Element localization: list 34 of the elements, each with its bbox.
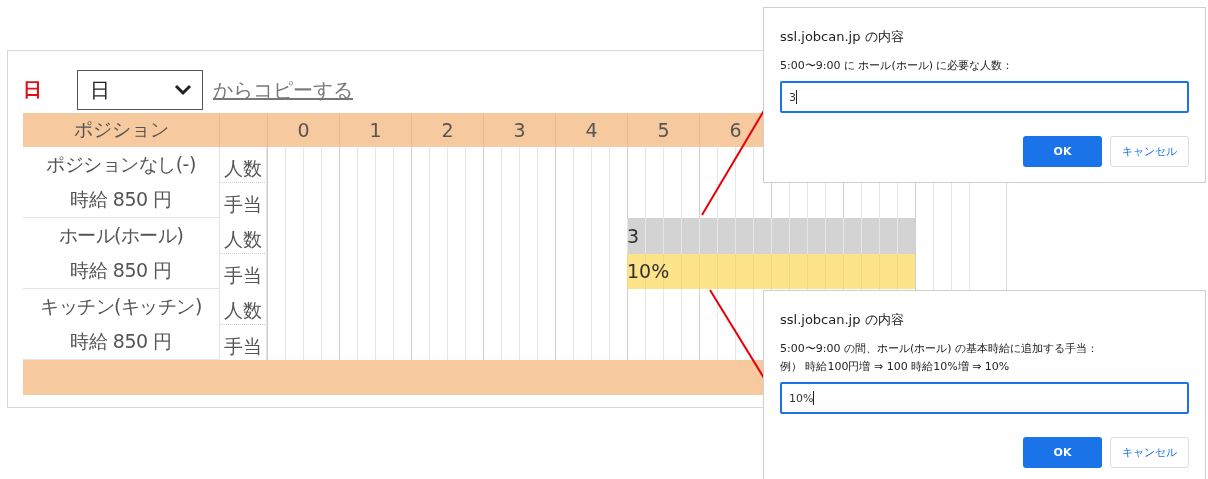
dialog-message: 5:00〜9:00 の間、ホール(ホール) の基本時給に追加する手当： [780,341,1099,357]
ok-button[interactable]: OK [1023,136,1102,167]
day-label: 日 [23,77,43,102]
cancel-button[interactable]: キャンセル [1110,437,1189,468]
timeline-cell[interactable]: 10% [627,253,699,289]
cancel-button[interactable]: キャンセル [1110,136,1189,167]
timeline-cell[interactable]: 3 [627,218,699,254]
row-label: 手当 [219,182,267,218]
hour-header: 1 [339,113,411,147]
input-field[interactable]: 3 [780,81,1189,113]
allowance-value: 10% [627,260,670,283]
dialog-title: ssl.jobcan.jp の内容 [780,311,905,329]
day-select[interactable]: 日 [77,70,203,110]
hourly-wage: 時給 850 円 [70,257,172,283]
hourly-wage: 時給 850 円 [70,186,172,212]
dialog-message: 例） 時給100円増 ⇒ 100 時給10%増 ⇒ 10% [780,359,1011,375]
headcount-value: 3 [627,224,640,247]
hour-header: 4 [555,113,627,147]
position-name: キッチン(キッチン) [40,293,202,319]
position-name: ポジションなし(-) [46,151,196,177]
ok-button[interactable]: OK [1023,437,1102,468]
input-field[interactable]: 10% [780,382,1189,414]
copy-link[interactable]: からコピーする [213,76,353,104]
hourly-wage: 時給 850 円 [70,328,172,354]
dialog-message: 5:00〜9:00 に ホール(ホール) に必要な人数： [780,58,1015,74]
row-label: 人数 [219,147,267,183]
column-header: ポジション [23,113,219,147]
row-label: 人数 [219,289,267,325]
hour-header: 3 [483,113,555,147]
hour-header: 5 [627,113,699,147]
hour-header: 0 [267,113,339,147]
dialog-title: ssl.jobcan.jp の内容 [780,28,905,46]
position-name: ホール(ホール) [58,222,184,248]
hour-header: 2 [411,113,483,147]
